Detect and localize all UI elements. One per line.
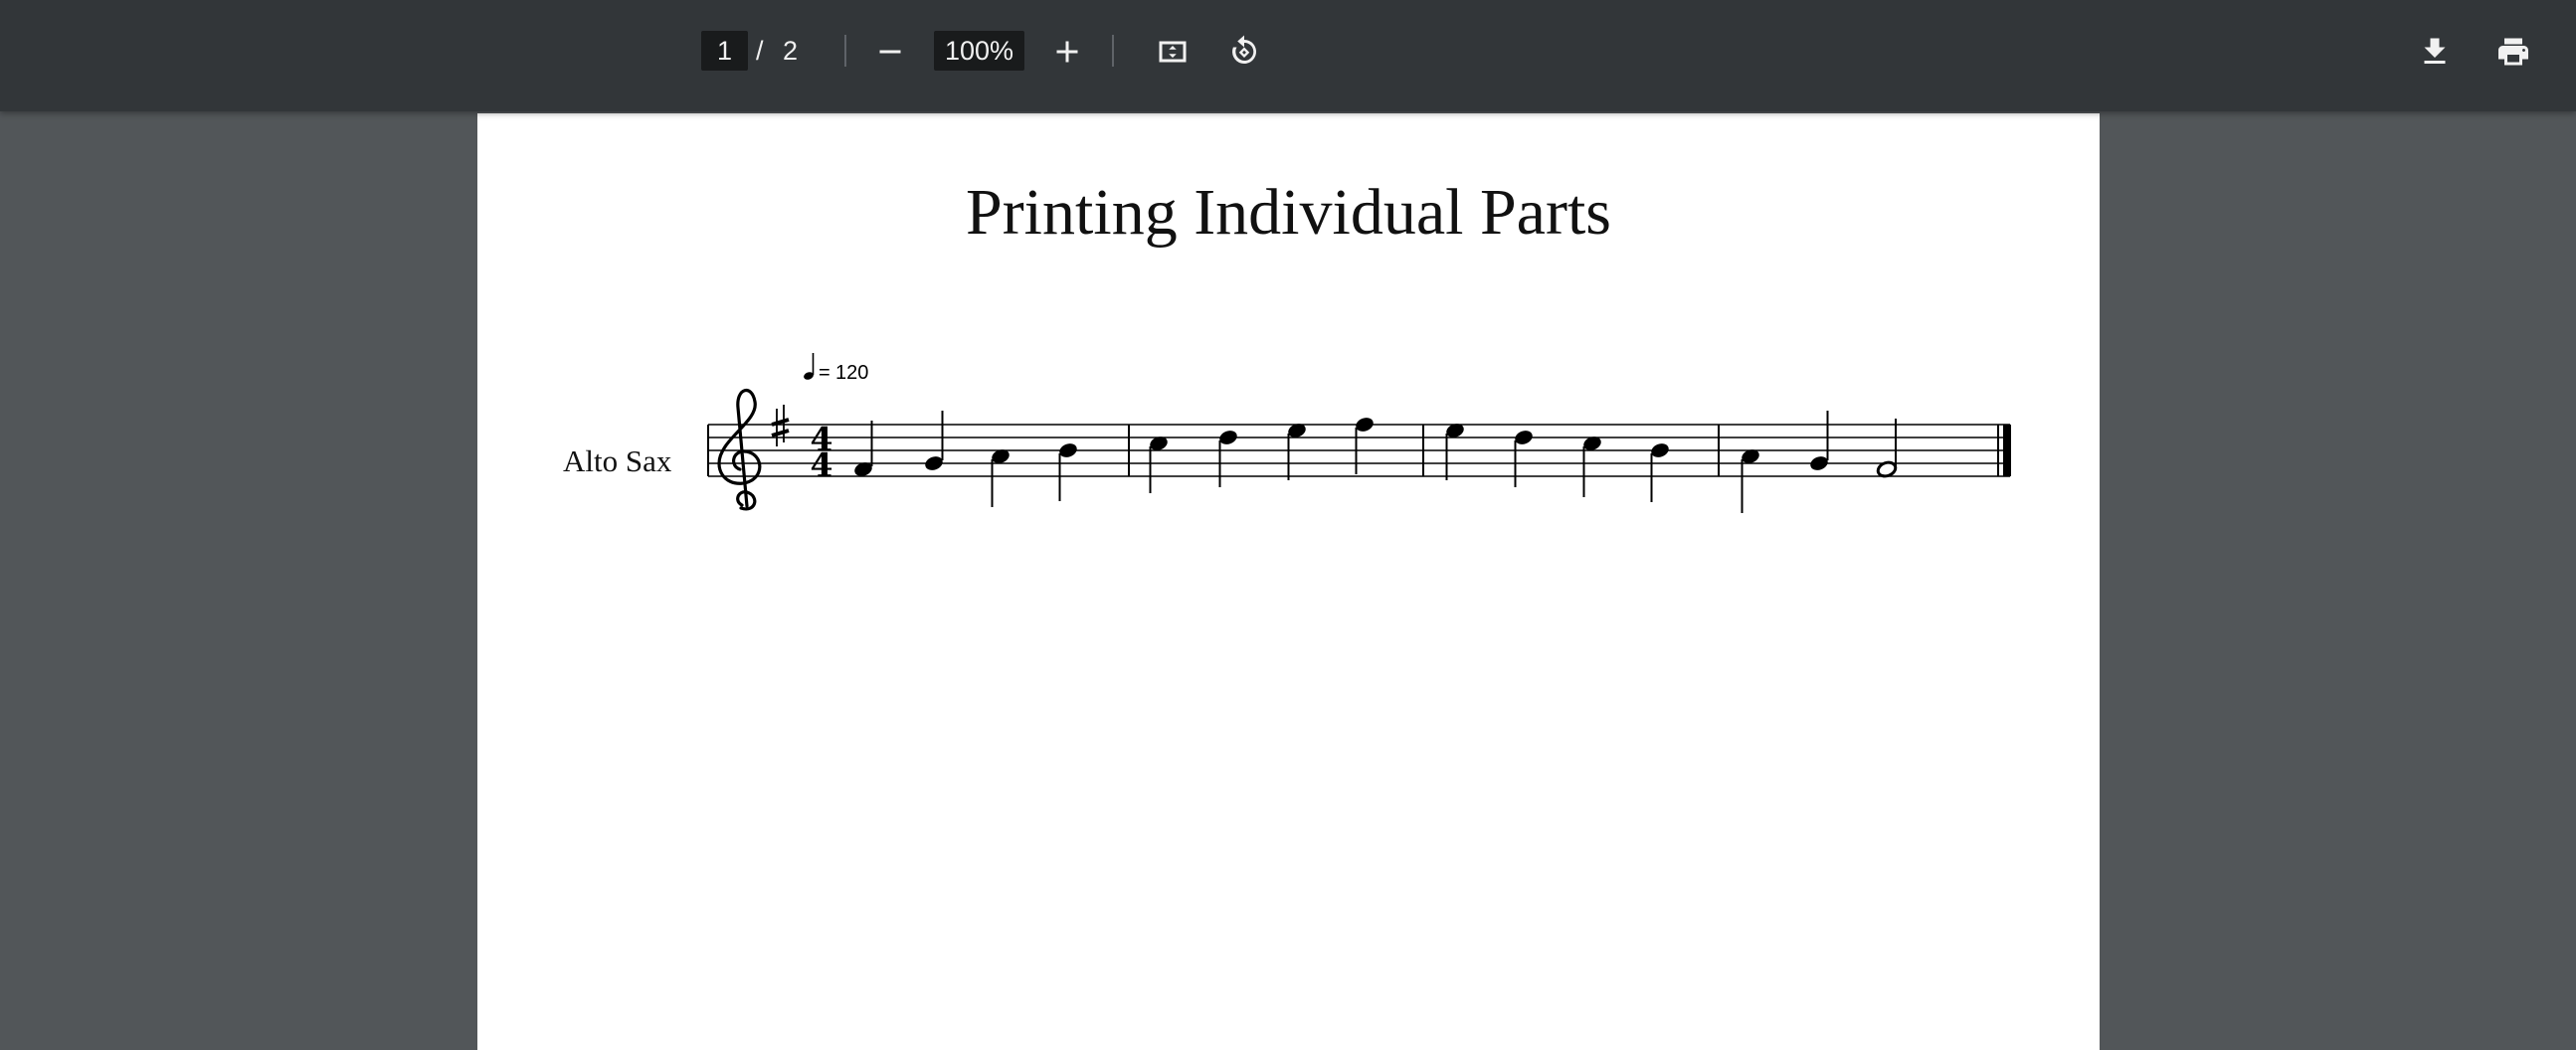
download-icon <box>2424 38 2446 64</box>
note <box>925 411 944 470</box>
rotate-button[interactable] <box>1216 24 1272 80</box>
note <box>1218 431 1237 487</box>
pdf-page: Printing Individual Parts Alto Sax = 120 <box>477 113 2100 1050</box>
page-number-input[interactable]: 1 <box>701 31 748 71</box>
note <box>1058 443 1077 501</box>
note <box>1582 437 1601 497</box>
half-note <box>1876 419 1898 478</box>
time-signature-bottom: 4 <box>811 445 833 484</box>
fit-page-icon <box>1159 41 1187 63</box>
print-button[interactable] <box>2485 24 2541 80</box>
key-signature-sharp <box>771 405 790 446</box>
tempo-marking: = 120 <box>804 353 868 384</box>
toolbar-divider <box>1112 35 1114 67</box>
page-count: 2 <box>783 36 799 66</box>
print-icon <box>2498 38 2528 66</box>
pdf-toolbar: 1 / 2 100% <box>0 0 2576 111</box>
note <box>1650 443 1669 502</box>
zoom-out-button[interactable] <box>862 24 918 80</box>
fit-page-button[interactable] <box>1145 24 1200 80</box>
note <box>1355 418 1374 474</box>
music-score: Alto Sax = 120 4 4 <box>563 353 2011 513</box>
note <box>1741 449 1759 513</box>
zoom-level-input[interactable]: 100% <box>934 31 1024 71</box>
note <box>1810 411 1829 470</box>
svg-text:=: = <box>819 362 830 384</box>
rotate-icon <box>1232 35 1257 64</box>
zoom-out-icon <box>879 50 901 54</box>
page-separator: / <box>756 36 764 66</box>
zoom-in-button[interactable] <box>1039 24 1095 80</box>
note <box>991 449 1010 507</box>
note <box>854 421 873 476</box>
svg-text:120: 120 <box>835 362 868 384</box>
toolbar-divider <box>844 35 846 67</box>
note <box>1514 431 1533 487</box>
instrument-label: Alto Sax <box>563 443 672 478</box>
download-button[interactable] <box>2407 24 2463 80</box>
zoom-in-icon <box>1056 41 1078 63</box>
